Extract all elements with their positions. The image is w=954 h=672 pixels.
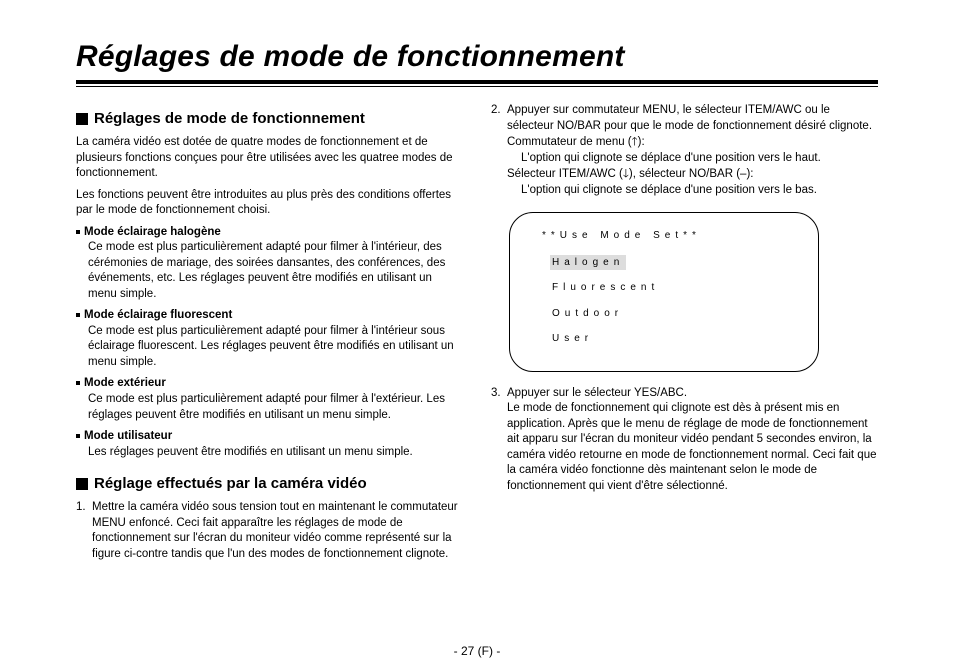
title-wrap: Réglages de mode de fonctionnement bbox=[76, 40, 878, 84]
mode-body: Ce mode est plus particulièrement adapté… bbox=[88, 324, 463, 371]
columns: Réglages de mode de fonctionnement La ca… bbox=[76, 103, 878, 568]
menu-item-halogen: Halogen bbox=[550, 255, 626, 271]
mode-outdoor: Mode extérieur Ce mode est plus particul… bbox=[76, 376, 463, 423]
menu-item-user: User bbox=[550, 331, 595, 347]
step-2-menu-switch-body: L'option qui clignote se déplace d'une p… bbox=[521, 151, 878, 167]
dot-icon bbox=[76, 434, 80, 438]
mode-title: Mode éclairage fluorescent bbox=[84, 309, 232, 321]
step-2: 2. Appuyer sur commutateur MENU, le séle… bbox=[491, 103, 878, 198]
section-heading-modes: Réglages de mode de fonctionnement bbox=[76, 109, 463, 129]
step-number: 3. bbox=[491, 386, 507, 495]
step-body: Mettre la caméra vidéo sous tension tout… bbox=[92, 500, 463, 562]
mode-halogen: Mode éclairage halogène Ce mode est plus… bbox=[76, 225, 463, 303]
step-2-item-switch-body: L'option qui clignote se déplace d'une p… bbox=[521, 183, 878, 199]
mode-user: Mode utilisateur Les réglages peuvent êt… bbox=[76, 429, 463, 460]
intro-paragraph-1: La caméra vidéo est dotée de quatre mode… bbox=[76, 135, 463, 182]
intro-paragraph-2: Les fonctions peuvent être introduites a… bbox=[76, 188, 463, 219]
square-bullet-icon bbox=[76, 478, 88, 490]
step-3: 3. Appuyer sur le sélecteur YES/ABC. Le … bbox=[491, 386, 878, 495]
mode-title: Mode extérieur bbox=[84, 377, 166, 389]
step-body: Appuyer sur commutateur MENU, le sélecte… bbox=[507, 103, 878, 198]
left-column: Réglages de mode de fonctionnement La ca… bbox=[76, 103, 463, 568]
step-2-intro: Appuyer sur commutateur MENU, le sélecte… bbox=[507, 103, 878, 134]
menu-item-fluorescent: Fluorescent bbox=[550, 280, 661, 296]
mode-fluorescent: Mode éclairage fluorescent Ce mode est p… bbox=[76, 308, 463, 370]
use-mode-set-menu: **Use Mode Set** Halogen Fluorescent Out… bbox=[509, 212, 819, 372]
mode-title: Mode utilisateur bbox=[84, 430, 172, 442]
manual-page: Réglages de mode de fonctionnement Régla… bbox=[0, 0, 954, 672]
page-title: Réglages de mode de fonctionnement bbox=[76, 40, 625, 73]
title-rule bbox=[76, 86, 878, 87]
step-number: 1. bbox=[76, 500, 92, 562]
dot-icon bbox=[76, 230, 80, 234]
menu-title: **Use Mode Set** bbox=[542, 229, 800, 243]
section-heading-text: Réglage effectués par la caméra vidéo bbox=[94, 474, 367, 494]
dot-icon bbox=[76, 313, 80, 317]
dot-icon bbox=[76, 381, 80, 385]
step-body: Appuyer sur le sélecteur YES/ABC. Le mod… bbox=[507, 386, 878, 495]
page-footer: - 27 (F) - bbox=[0, 644, 954, 658]
step-2-item-switch: Sélecteur ITEM/AWC (🡓), sélecteur NO/BAR… bbox=[507, 166, 878, 183]
right-column: 2. Appuyer sur commutateur MENU, le séle… bbox=[491, 103, 878, 568]
step-1: 1. Mettre la caméra vidéo sous tension t… bbox=[76, 500, 463, 562]
section-heading-camera: Réglage effectués par la caméra vidéo bbox=[76, 474, 463, 494]
menu-item-outdoor: Outdoor bbox=[550, 306, 625, 322]
mode-body: Ce mode est plus particulièrement adapté… bbox=[88, 240, 463, 302]
section-heading-text: Réglages de mode de fonctionnement bbox=[94, 109, 365, 129]
mode-title: Mode éclairage halogène bbox=[84, 226, 221, 238]
square-bullet-icon bbox=[76, 113, 88, 125]
mode-body: Les réglages peuvent être modifiés en ut… bbox=[88, 445, 463, 461]
step-2-menu-switch: Commutateur de menu (🡑): bbox=[507, 134, 878, 151]
step-number: 2. bbox=[491, 103, 507, 198]
mode-body: Ce mode est plus particulièrement adapté… bbox=[88, 392, 463, 423]
